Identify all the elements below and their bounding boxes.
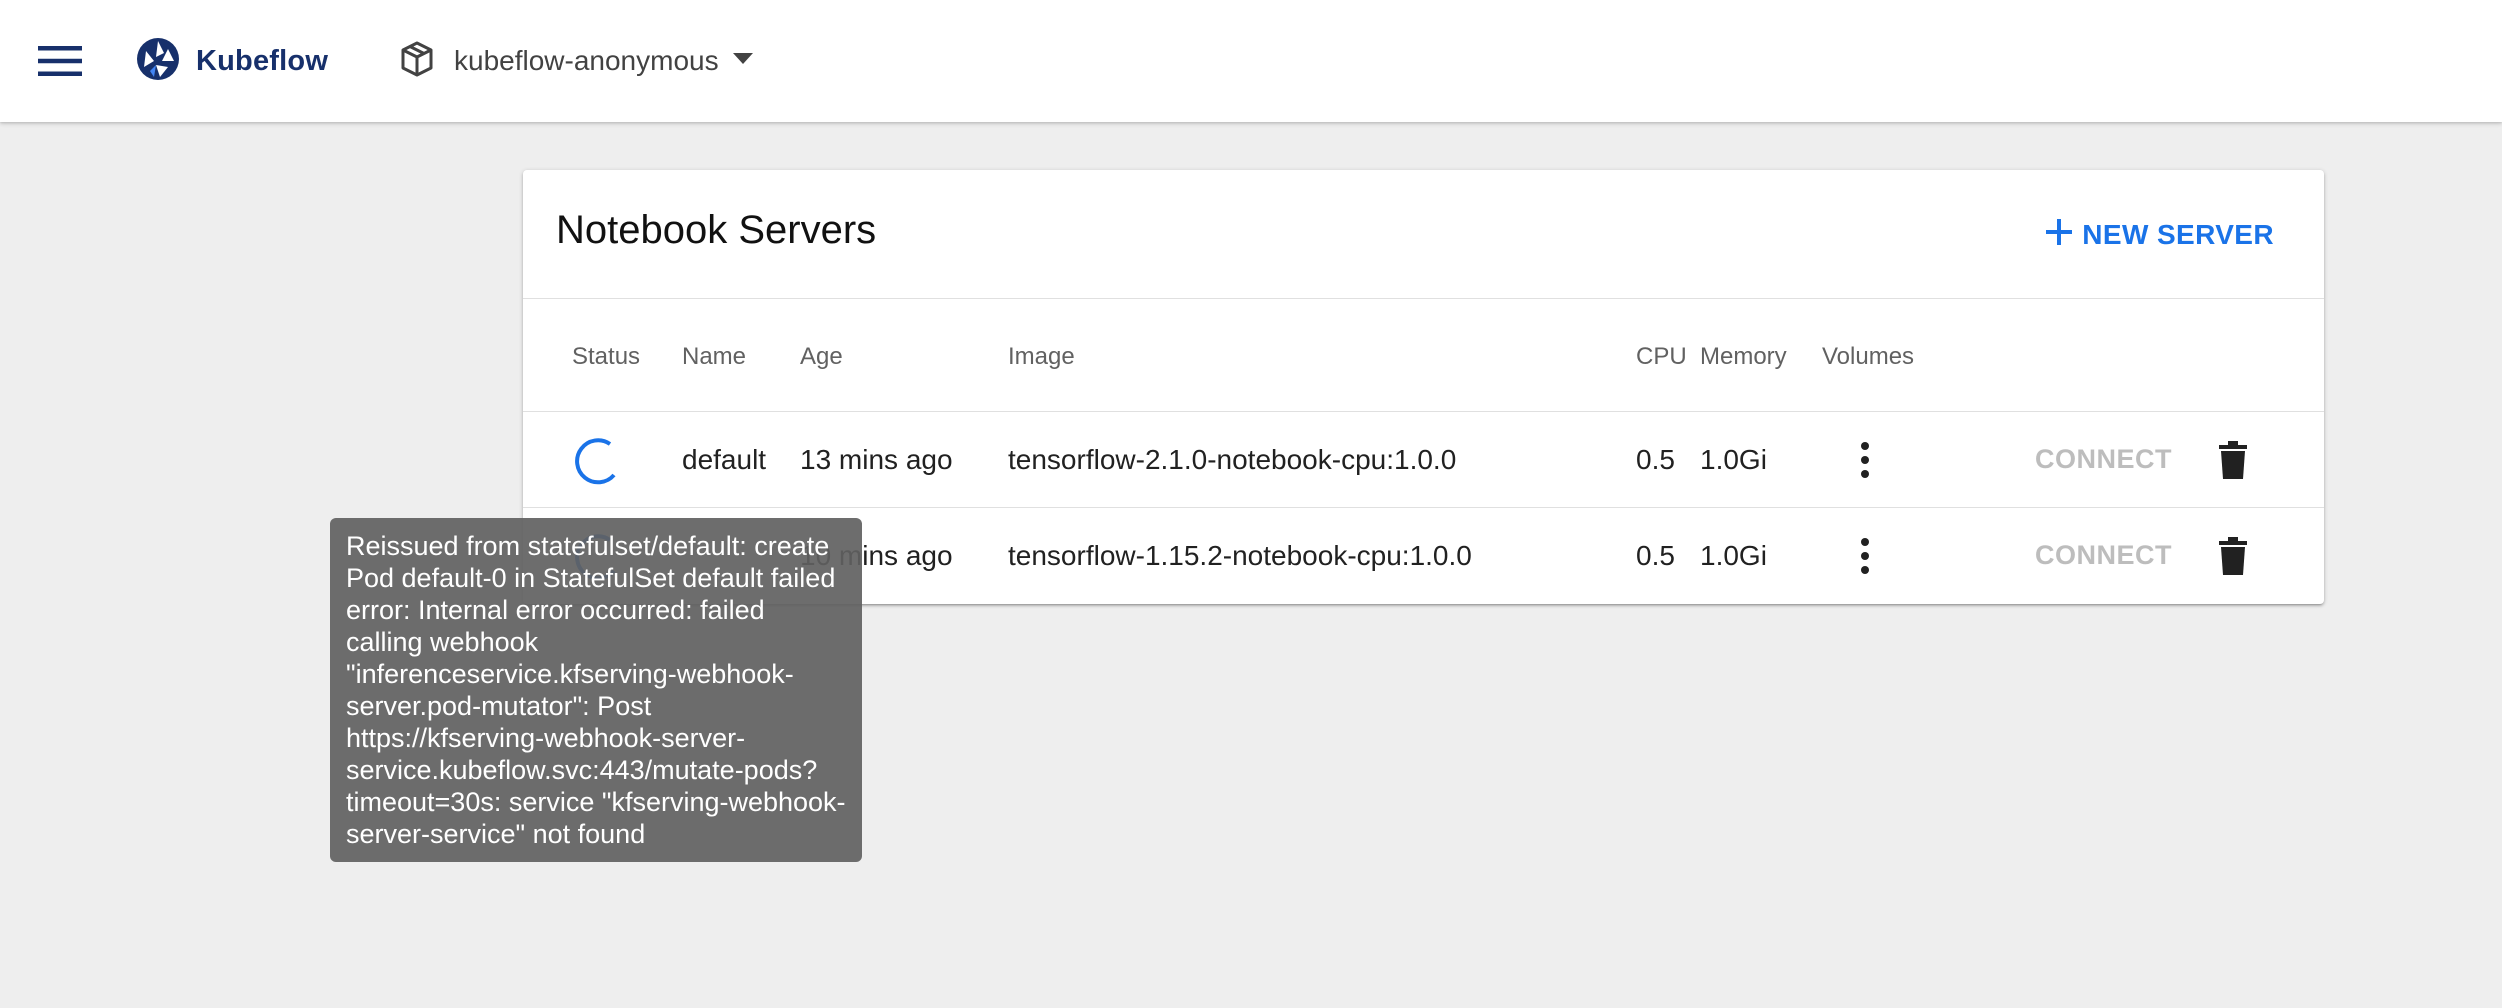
card-header: Notebook Servers NEW SERVER	[523, 170, 2324, 299]
column-header-cpu[interactable]: CPU	[1636, 343, 1687, 371]
column-header-name[interactable]: Name	[682, 343, 746, 371]
new-server-label: NEW SERVER	[2082, 219, 2274, 250]
server-name: default	[682, 444, 767, 475]
hamburger-menu-icon[interactable]	[30, 31, 90, 91]
column-header-age[interactable]: Age	[800, 343, 843, 371]
column-header-volumes[interactable]: Volumes	[1822, 343, 1914, 371]
top-app-bar: Kubeflow kubeflow-anonymous	[0, 0, 2502, 122]
server-image: tensorflow-1.15.2-notebook-cpu:1.0.0	[1008, 540, 1472, 571]
server-memory: 1.0Gi	[1700, 444, 1767, 475]
trash-icon[interactable]	[2213, 534, 2253, 578]
plus-icon	[2044, 217, 2074, 254]
server-cpu: 0.5	[1636, 540, 1675, 571]
page-title: Notebook Servers	[556, 208, 877, 252]
connect-button[interactable]: CONNECT	[2035, 540, 2172, 571]
loading-spinner-icon	[570, 435, 620, 485]
caret-down-icon	[732, 52, 753, 70]
column-header-memory[interactable]: Memory	[1700, 343, 1787, 371]
server-age: 13 mins ago	[800, 444, 953, 475]
kubeflow-logo-icon	[134, 35, 182, 88]
logo-text: Kubeflow	[196, 44, 329, 77]
table-header: Status Name Age Image CPU Memory Volumes	[523, 299, 2324, 412]
column-header-image[interactable]: Image	[1008, 343, 1075, 371]
more-vert-icon[interactable]	[1845, 434, 1885, 486]
server-memory: 1.0Gi	[1700, 540, 1767, 571]
namespace-label: kubeflow-anonymous	[454, 45, 719, 76]
server-image: tensorflow-2.1.0-notebook-cpu:1.0.0	[1008, 444, 1457, 475]
status-tooltip: Reissued from statefulset/default: creat…	[330, 518, 862, 862]
connect-button[interactable]: CONNECT	[2035, 444, 2172, 475]
trash-icon[interactable]	[2213, 438, 2253, 482]
table-row: default 13 mins ago tensorflow-2.1.0-not…	[523, 412, 2324, 508]
new-server-button[interactable]: NEW SERVER	[2044, 210, 2274, 260]
cube-icon	[400, 41, 434, 82]
more-vert-icon[interactable]	[1845, 530, 1885, 582]
column-header-status[interactable]: Status	[572, 343, 640, 371]
server-cpu: 0.5	[1636, 444, 1675, 475]
namespace-selector[interactable]: kubeflow-anonymous	[400, 31, 753, 91]
kubeflow-logo[interactable]: Kubeflow	[134, 31, 328, 91]
